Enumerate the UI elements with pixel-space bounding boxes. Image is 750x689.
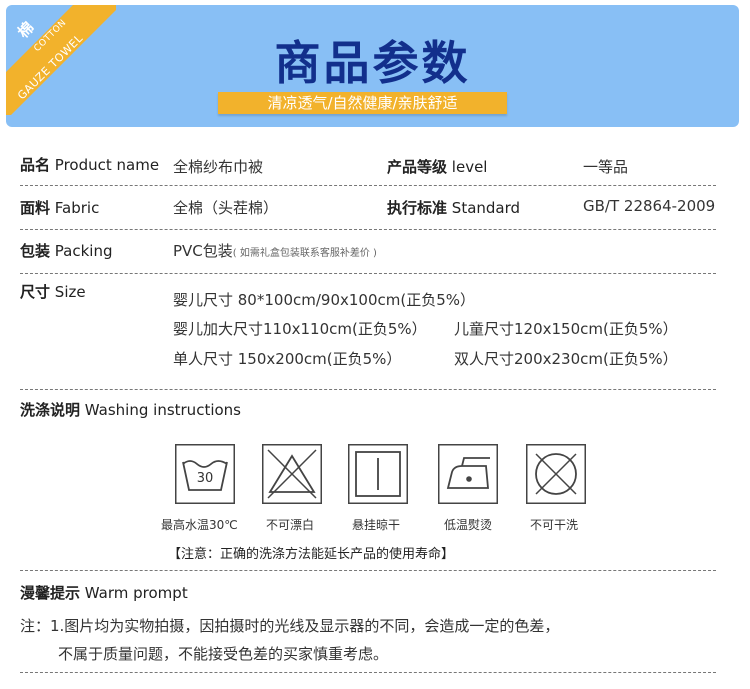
label-size: 尺寸 Size	[20, 283, 86, 301]
value-product-name: 全棉纱布巾被	[173, 158, 264, 176]
label-level: 产品等级 level	[387, 158, 488, 176]
low-iron-icon	[438, 444, 498, 504]
divider	[20, 273, 716, 274]
divider	[20, 389, 716, 390]
value-packing: PVC包装( 如需礼盒包装联系客服补差价 )	[173, 242, 377, 260]
label-product-name: 品名 Product name	[20, 156, 160, 174]
label-warm-prompt: 漫馨提示 Warm prompt	[20, 584, 188, 602]
care-label-dry-clean: 不可干洗	[530, 518, 579, 532]
size-child: 儿童尺寸120x150cm(正负5%）	[454, 320, 678, 338]
header-banner: 棉 COTTON GAUZE TOWEL 商品参数 清凉透气/自然健康/亲肤舒适	[6, 5, 739, 127]
label-standard: 执行标准 Standard	[387, 199, 521, 217]
care-notice: 【注意：正确的洗涤方法能延长产品的使用寿命】	[168, 547, 455, 562]
wash-30-icon: 30	[175, 444, 235, 504]
label-packing: 包装 Packing	[20, 242, 113, 260]
value-fabric: 全棉（头茬棉）	[173, 199, 279, 217]
divider	[20, 229, 716, 230]
care-label-bleach: 不可漂白	[266, 518, 315, 532]
size-infant: 婴儿尺寸 80*100cm/90x100cm(正负5%）	[173, 291, 476, 309]
value-level: 一等品	[583, 158, 629, 176]
page-title: 商品参数	[274, 36, 471, 90]
size-single: 单人尺寸 150x200cm(正负5%）	[173, 350, 402, 368]
wash-temp-text: 30	[197, 471, 214, 486]
divider	[20, 185, 716, 186]
prompt-line-2: 不属于质量问题，不能接受色差的买家慎重考虑。	[58, 645, 389, 663]
packing-note: ( 如需礼盒包装联系客服补差价 )	[232, 248, 377, 259]
size-infant-large: 婴儿加大尺寸110x110cm(正负5%）	[173, 320, 427, 338]
size-double: 双人尺寸200x230cm(正负5%）	[454, 350, 678, 368]
care-label-iron: 低温熨烫	[444, 518, 493, 532]
no-bleach-icon	[262, 444, 322, 504]
label-fabric: 面料 Fabric	[20, 199, 100, 217]
label-washing: 洗涤说明 Washing instructions	[20, 401, 241, 419]
care-label-hang: 悬挂晾干	[352, 518, 401, 532]
care-label-wash: 最高水温30℃	[161, 518, 238, 532]
no-dry-clean-icon	[526, 444, 586, 504]
slogan-bar: 清凉透气/自然健康/亲肤舒适	[218, 92, 507, 114]
divider	[20, 672, 716, 673]
prompt-line-1: 注：1.图片均为实物拍摄，因拍摄时的光线及显示器的不同，会造成一定的色差，	[20, 617, 560, 635]
divider	[20, 570, 716, 571]
value-standard: GB/T 22864-2009	[583, 197, 716, 215]
hang-dry-icon	[348, 444, 408, 504]
